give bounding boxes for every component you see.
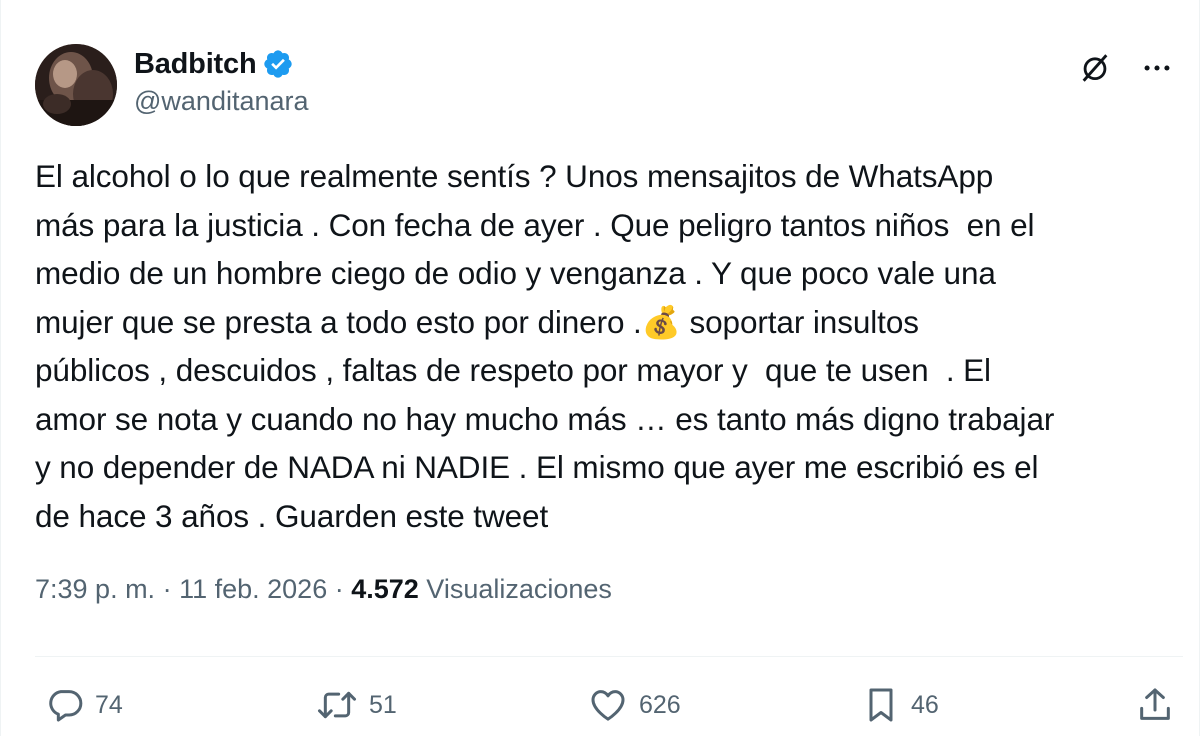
tweet-card: Badbitch @wanditanara El alcohol o lo qu…	[0, 0, 1200, 736]
author-display-name[interactable]: Badbitch	[134, 48, 257, 81]
share-icon	[1140, 688, 1170, 720]
bookmark-button[interactable]: 46	[861, 684, 939, 726]
tweet-date[interactable]: 11 feb. 2026	[179, 574, 327, 605]
reply-icon	[49, 690, 83, 722]
heart-icon	[591, 690, 625, 721]
reply-count: 74	[95, 690, 123, 719]
action-bar: 74 51 626 46	[45, 684, 1175, 726]
views-label: Visualizaciones	[418, 574, 612, 604]
tweet-time[interactable]: 7:39 p. m.	[35, 574, 155, 605]
bookmark-count: 46	[911, 690, 939, 719]
divider	[35, 656, 1183, 657]
reply-button[interactable]: 74	[45, 684, 123, 726]
header-actions	[1075, 48, 1177, 88]
author-name-row: Badbitch	[134, 44, 294, 84]
avatar[interactable]	[35, 44, 117, 126]
views-count: 4.572	[351, 574, 419, 604]
tweet-meta: 7:39 p. m. · 11 feb. 2026 · 4.572 Visual…	[35, 574, 612, 605]
avatar-image	[35, 44, 117, 126]
like-count: 626	[639, 690, 681, 719]
verified-badge-icon	[262, 48, 294, 80]
share-button[interactable]	[1135, 684, 1175, 726]
retweet-icon	[318, 691, 356, 719]
author-handle[interactable]: @wanditanara	[134, 86, 309, 117]
retweet-count: 51	[369, 690, 397, 719]
more-ellipsis-icon[interactable]	[1137, 48, 1177, 88]
tweet-text: El alcohol o lo que realmente sentís ? U…	[35, 158, 1055, 534]
like-button[interactable]: 626	[587, 684, 681, 726]
grok-slash-circle-icon[interactable]	[1075, 48, 1115, 88]
meta-separator: ·	[327, 574, 352, 604]
retweet-button[interactable]: 51	[315, 684, 397, 726]
bookmark-icon	[869, 688, 893, 722]
meta-separator: ·	[155, 574, 180, 604]
